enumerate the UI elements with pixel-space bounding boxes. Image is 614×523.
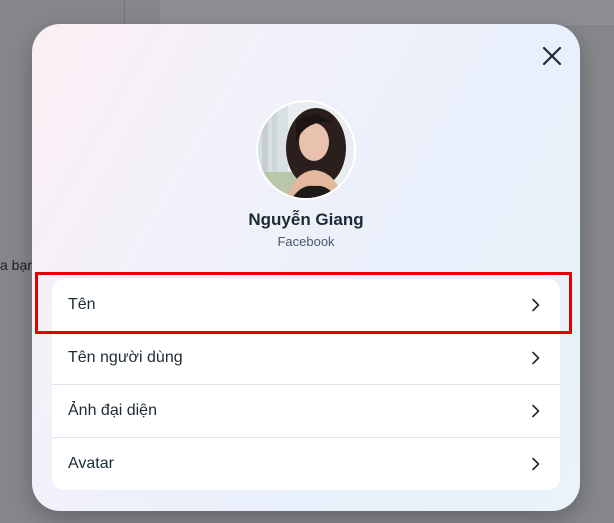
close-icon — [542, 46, 562, 66]
background-text: a bạn — [0, 257, 36, 273]
background-top-bar — [160, 0, 614, 27]
profile-source: Facebook — [277, 234, 335, 249]
menu-item-label: Avatar — [68, 455, 114, 472]
menu-item-avatar[interactable]: Avatar — [52, 438, 560, 490]
highlight-box — [35, 272, 572, 334]
menu-item-label: Ảnh đại diện — [68, 402, 157, 419]
menu-item-label: Tên người dùng — [68, 349, 183, 366]
menu-item-username[interactable]: Tên người dùng — [52, 332, 560, 385]
chevron-right-icon — [530, 457, 542, 471]
profile-modal: Nguyễn Giang Facebook Tên Tên người dùng… — [32, 24, 580, 511]
avatar — [256, 100, 356, 200]
menu-item-profile-picture[interactable]: Ảnh đại diện — [52, 385, 560, 438]
close-button[interactable] — [540, 44, 564, 68]
chevron-right-icon — [530, 351, 542, 365]
profile-name: Nguyễn Giang — [248, 210, 364, 229]
chevron-right-icon — [530, 404, 542, 418]
